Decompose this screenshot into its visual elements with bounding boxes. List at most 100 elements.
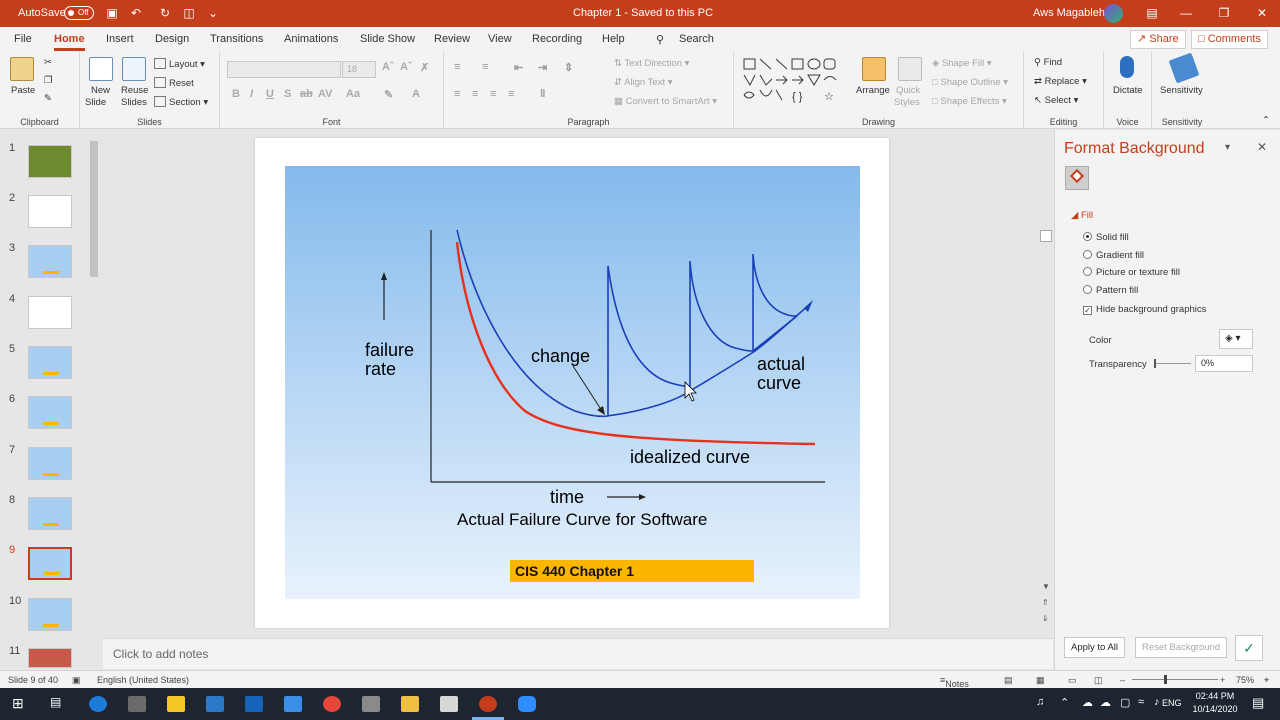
- layout-button[interactable]: Layout ▾: [154, 58, 205, 70]
- tab-file[interactable]: File: [14, 33, 32, 45]
- search-icon[interactable]: ⚲: [656, 33, 664, 46]
- paste-icon[interactable]: [10, 57, 34, 81]
- input-language[interactable]: ENG: [1162, 698, 1182, 708]
- picture-fill-radio[interactable]: Picture or texture fill: [1083, 267, 1180, 278]
- columns-icon[interactable]: ‖: [540, 88, 545, 100]
- people-icon[interactable]: ♫: [1036, 696, 1044, 708]
- slide-thumbnail[interactable]: [28, 195, 72, 228]
- file-explorer-icon[interactable]: [401, 696, 419, 712]
- powerpoint-taskbar-icon[interactable]: [479, 696, 497, 712]
- fit-to-window-icon[interactable]: ⌖: [1264, 675, 1269, 686]
- sensitivity-button[interactable]: Sensitivity: [1160, 85, 1203, 96]
- clock-time[interactable]: 02:44 PM: [1190, 691, 1240, 701]
- slideshow-view-icon[interactable]: ◫: [1094, 675, 1103, 686]
- shape-effects-button[interactable]: □ Shape Effects ▾: [932, 96, 1007, 107]
- tab-transitions[interactable]: Transitions: [210, 33, 263, 45]
- scroll-down-icon[interactable]: ▼: [1042, 582, 1050, 591]
- tab-recording[interactable]: Recording: [532, 33, 582, 45]
- slide-thumbnail[interactable]: [28, 598, 72, 631]
- windows-start-icon[interactable]: ⊞: [12, 695, 24, 712]
- reset-background-button[interactable]: Reset Background: [1135, 637, 1228, 658]
- tab-design[interactable]: Design: [155, 33, 189, 45]
- thumbnail-scrollbar[interactable]: [90, 141, 98, 277]
- solid-fill-radio[interactable]: Solid fill: [1083, 232, 1129, 243]
- task-view-icon[interactable]: ▤: [50, 695, 61, 709]
- italic-icon[interactable]: I: [250, 88, 253, 100]
- user-name[interactable]: Aws Magableh: [1033, 7, 1105, 19]
- justify-icon[interactable]: ≡: [508, 88, 514, 100]
- autosave-toggle[interactable]: Off: [64, 6, 94, 20]
- phone-link-icon[interactable]: [284, 696, 302, 712]
- tab-home[interactable]: Home: [54, 33, 85, 51]
- increase-font-icon[interactable]: Aˆ: [382, 61, 394, 73]
- slide-thumbnail[interactable]: [28, 346, 72, 379]
- change-case-icon[interactable]: Aa: [346, 88, 360, 100]
- font-size-box[interactable]: 18: [342, 61, 376, 78]
- align-left-icon[interactable]: ≡: [454, 88, 460, 100]
- cloud-icon[interactable]: ☁: [1100, 696, 1111, 709]
- copy-icon[interactable]: ❐: [44, 75, 53, 86]
- show-hidden-icons[interactable]: ⌃: [1060, 696, 1069, 709]
- save-icon[interactable]: ▣: [104, 5, 120, 21]
- volume-icon[interactable]: ♪: [1154, 696, 1160, 708]
- quick-styles-icon[interactable]: [898, 57, 922, 81]
- collapse-ribbon-icon[interactable]: ⌃: [1262, 115, 1270, 126]
- slide-thumbnail[interactable]: [28, 396, 72, 429]
- find-button[interactable]: ⚲ Find: [1034, 57, 1062, 68]
- quick-styles-button[interactable]: Quick: [896, 85, 920, 96]
- reuse-slides-button-line2[interactable]: Slides: [121, 97, 147, 108]
- slide-thumbnail[interactable]: [28, 447, 72, 480]
- shapes-gallery[interactable]: { } ☆: [742, 57, 842, 105]
- numbering-icon[interactable]: ≡: [482, 61, 488, 73]
- previous-slide-icon[interactable]: ⇑: [1042, 598, 1049, 607]
- tab-insert[interactable]: Insert: [106, 33, 134, 45]
- tab-view[interactable]: View: [488, 33, 512, 45]
- format-painter-icon[interactable]: ✎: [44, 93, 52, 104]
- notes-toggle-button[interactable]: ≡ Notes: [940, 675, 969, 689]
- presentation-icon[interactable]: ◫: [181, 5, 197, 21]
- spell-check-icon[interactable]: ▣: [72, 675, 81, 686]
- app-icon[interactable]: [362, 696, 380, 712]
- display-icon[interactable]: ▢: [1120, 696, 1130, 709]
- color-picker-button[interactable]: ◈ ▾: [1219, 329, 1253, 349]
- dictate-button[interactable]: Dictate: [1113, 85, 1143, 96]
- slide-thumbnail[interactable]: [28, 497, 72, 530]
- notifications-icon[interactable]: ▤: [1252, 695, 1264, 711]
- char-spacing-icon[interactable]: AV: [318, 88, 332, 100]
- bold-icon[interactable]: B: [232, 88, 240, 100]
- align-text-button[interactable]: ⇵ Align Text ▾: [614, 77, 673, 88]
- shadow-icon[interactable]: S: [284, 88, 291, 100]
- pane-options-icon[interactable]: ▾: [1225, 142, 1230, 153]
- scroll-thumb[interactable]: [1040, 230, 1052, 242]
- minimize-icon[interactable]: —: [1178, 5, 1194, 21]
- fill-category-icon[interactable]: [1065, 166, 1089, 190]
- paste-button[interactable]: Paste: [11, 85, 35, 96]
- microphone-icon[interactable]: [1120, 56, 1134, 78]
- notes-pane[interactable]: Click to add notes: [103, 638, 1053, 669]
- zoom-app-icon[interactable]: [518, 696, 536, 712]
- pane-close-icon[interactable]: ✕: [1257, 140, 1267, 154]
- slide-sorter-icon[interactable]: ▦: [1036, 675, 1045, 686]
- edge-icon[interactable]: [89, 696, 107, 712]
- apply-to-all-button[interactable]: Apply to All: [1064, 637, 1125, 658]
- transparency-input[interactable]: 0%: [1195, 355, 1253, 372]
- chrome-icon[interactable]: [323, 696, 341, 712]
- sticky-notes-icon[interactable]: [167, 696, 185, 712]
- section-button[interactable]: Section ▾: [154, 96, 208, 108]
- wifi-icon[interactable]: ≈: [1138, 696, 1144, 708]
- comments-button[interactable]: □ Comments: [1191, 30, 1268, 49]
- reuse-slides-button[interactable]: Reuse: [121, 85, 148, 96]
- search-box[interactable]: Search: [679, 33, 714, 45]
- tab-animations[interactable]: Animations: [284, 33, 338, 45]
- replace-button[interactable]: ⇄ Replace ▾: [1034, 76, 1087, 87]
- slide-thumbnail[interactable]: [28, 296, 72, 329]
- select-button[interactable]: ↖ Select ▾: [1034, 95, 1078, 106]
- editor-scrollbar[interactable]: ▼ ⇑ ⇓: [1040, 130, 1052, 638]
- zoom-in-icon[interactable]: +: [1220, 675, 1225, 685]
- next-slide-icon[interactable]: ⇓: [1042, 614, 1049, 623]
- increase-indent-icon[interactable]: ⇥: [538, 61, 547, 74]
- customize-qat-icon[interactable]: ⌄: [205, 5, 221, 21]
- user-avatar[interactable]: [1104, 4, 1123, 23]
- undo-icon[interactable]: ↶: [128, 5, 144, 21]
- cut-icon[interactable]: ✂: [44, 57, 52, 68]
